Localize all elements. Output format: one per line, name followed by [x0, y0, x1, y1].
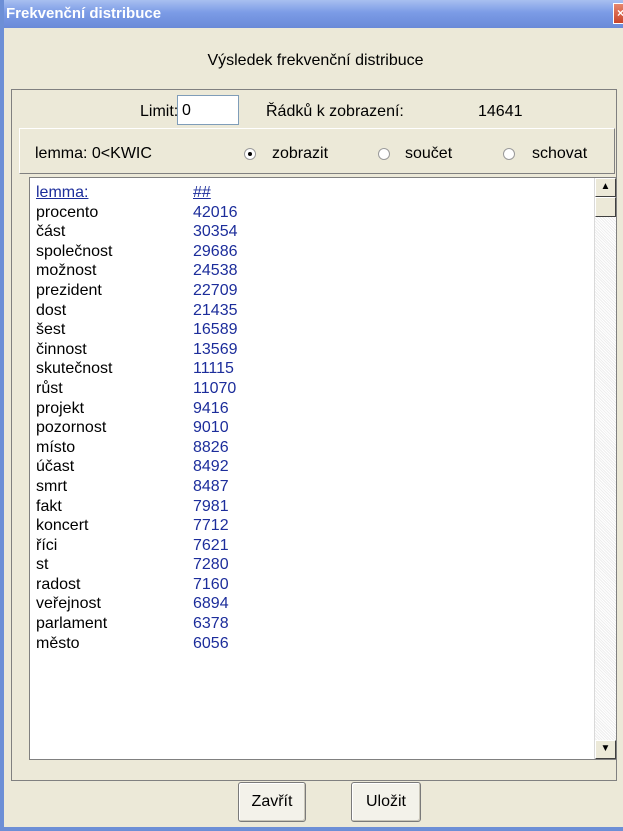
- list-item[interactable]: šest 16589: [30, 320, 590, 340]
- lemma-cell: říci: [36, 536, 58, 554]
- lemma-cell: růst: [36, 379, 63, 397]
- lemma-cell: skutečnost: [36, 360, 113, 378]
- count-cell: 11070: [193, 379, 237, 397]
- count-cell: 24538: [193, 262, 238, 280]
- dialog-heading: Výsledek frekvenční distribuce: [207, 52, 424, 69]
- list-item[interactable]: smrt 8487: [30, 477, 590, 497]
- list-item[interactable]: říci 7621: [30, 536, 590, 556]
- count-cell: 11115: [193, 360, 234, 378]
- count-cell: 16589: [193, 321, 238, 339]
- lemma-cell: st: [36, 556, 49, 574]
- lemma-cell: fakt: [36, 497, 62, 515]
- lemma-cell: činnost: [36, 340, 87, 358]
- radio-zobrazit[interactable]: [244, 148, 256, 160]
- count-cell: 8487: [193, 477, 229, 495]
- lemma-column-header[interactable]: lemma:: [36, 183, 88, 202]
- lemma-cell: účast: [36, 458, 75, 476]
- count-cell: 9010: [193, 419, 229, 437]
- count-cell: 7712: [193, 517, 229, 535]
- field-label: lemma: 0<KWIC: [35, 145, 152, 162]
- list-item[interactable]: růst 11070: [30, 379, 590, 399]
- list-item[interactable]: st 7280: [30, 555, 590, 575]
- list-item[interactable]: možnost 24538: [30, 261, 590, 281]
- count-cell: 6378: [193, 615, 229, 633]
- close-button[interactable]: Zavřít: [238, 782, 306, 822]
- radio-schovat-label[interactable]: schovat: [532, 145, 587, 163]
- list-item[interactable]: parlament 6378: [30, 614, 590, 634]
- lemma-cell: šest: [36, 321, 66, 339]
- count-cell: 6056: [193, 634, 229, 652]
- list-item[interactable]: projekt 9416: [30, 399, 590, 419]
- lemma-cell: procento: [36, 203, 99, 221]
- radio-soucet-label[interactable]: součet: [405, 145, 452, 163]
- lemma-cell: smrt: [36, 477, 68, 495]
- lemma-cell: projekt: [36, 399, 85, 417]
- lemma-cell: koncert: [36, 517, 89, 535]
- count-cell: 7981: [193, 497, 229, 515]
- list-item[interactable]: město 6056: [30, 634, 590, 654]
- count-cell: 21435: [193, 301, 238, 319]
- lemma-cell: možnost: [36, 262, 97, 280]
- lemma-cell: dost: [36, 301, 67, 319]
- frequency-list[interactable]: lemma: ## procento 42016 část 30354 společno…: [29, 177, 617, 760]
- list-item[interactable]: dost 21435: [30, 301, 590, 321]
- count-cell: 29686: [193, 242, 238, 260]
- count-cell: 22709: [193, 281, 238, 299]
- list-item[interactable]: činnost 13569: [30, 340, 590, 360]
- list-item[interactable]: procento 42016: [30, 203, 590, 223]
- list-item[interactable]: prezident 22709: [30, 281, 590, 301]
- count-column-header[interactable]: ##: [193, 183, 211, 202]
- count-cell: 7280: [193, 556, 229, 574]
- lemma-cell: prezident: [36, 281, 102, 299]
- list-item[interactable]: skutečnost 11115: [30, 359, 590, 379]
- save-button[interactable]: Uložit: [351, 782, 421, 822]
- title-bar[interactable]: Frekvenční distribuce ×: [4, 0, 623, 28]
- frequency-distribution-window: Frekvenční distribuce × Výsledek frekven…: [0, 0, 623, 831]
- list-item[interactable]: radost 7160: [30, 575, 590, 595]
- scroll-up-icon[interactable]: ▲: [595, 178, 616, 197]
- limit-label: Limit:: [140, 103, 179, 120]
- list-item[interactable]: část 30354: [30, 222, 590, 242]
- count-cell: 8492: [193, 458, 229, 476]
- list-header: lemma: ##: [30, 183, 590, 203]
- lemma-cell: parlament: [36, 615, 108, 633]
- count-cell: 42016: [193, 203, 238, 221]
- lemma-cell: část: [36, 223, 66, 241]
- list-item[interactable]: pozornost 9010: [30, 418, 590, 438]
- close-icon[interactable]: ×: [613, 3, 623, 24]
- list-item[interactable]: společnost 29686: [30, 242, 590, 262]
- count-cell: 30354: [193, 223, 238, 241]
- limit-input[interactable]: [177, 95, 239, 125]
- lemma-cell: společnost: [36, 242, 113, 260]
- scroll-thumb[interactable]: [595, 197, 616, 217]
- lemma-cell: veřejnost: [36, 595, 101, 613]
- list-item[interactable]: účast 8492: [30, 457, 590, 477]
- vertical-scrollbar[interactable]: ▲ ▼: [594, 178, 616, 759]
- list-item[interactable]: koncert 7712: [30, 516, 590, 536]
- window-title: Frekvenční distribuce: [6, 5, 162, 22]
- count-cell: 13569: [193, 340, 238, 358]
- radio-schovat[interactable]: [503, 148, 515, 160]
- list-item[interactable]: místo 8826: [30, 438, 590, 458]
- radio-zobrazit-label[interactable]: zobrazit: [272, 145, 328, 163]
- lemma-cell: pozornost: [36, 419, 107, 437]
- lemma-cell: místo: [36, 438, 76, 456]
- scroll-down-icon[interactable]: ▼: [595, 740, 616, 759]
- rows-to-display-label: Řádků k zobrazení:: [266, 103, 404, 120]
- list-item[interactable]: veřejnost 6894: [30, 594, 590, 614]
- count-cell: 7160: [193, 575, 229, 593]
- lemma-cell: město: [36, 634, 80, 652]
- lemma-cell: radost: [36, 575, 81, 593]
- count-cell: 7621: [193, 536, 229, 554]
- rows-to-display-value: 14641: [478, 103, 523, 120]
- radio-soucet[interactable]: [378, 148, 390, 160]
- count-cell: 8826: [193, 438, 229, 456]
- list-item[interactable]: fakt 7981: [30, 497, 590, 517]
- count-cell: 9416: [193, 399, 229, 417]
- count-cell: 6894: [193, 595, 229, 613]
- list-body: lemma: ## procento 42016 část 30354 společno…: [30, 183, 590, 653]
